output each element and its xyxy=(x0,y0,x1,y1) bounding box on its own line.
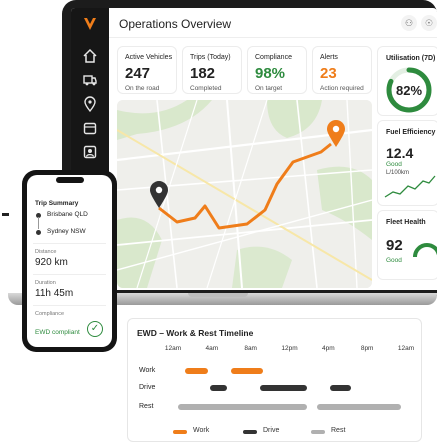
divider xyxy=(33,305,106,306)
ewd-segment-drive xyxy=(260,385,307,391)
kpi-value: 23 xyxy=(320,65,337,82)
laptop: Operations Overview ⚇ ☉ Active Vehicles … xyxy=(62,0,437,296)
kpi-value: 98% xyxy=(255,65,286,82)
legend-label: Drive xyxy=(263,427,280,434)
kpi-sub: On the road xyxy=(125,85,160,92)
ewd-title: EWD – Work & Rest Timeline xyxy=(137,328,254,338)
product-mockup: Operations Overview ⚇ ☉ Active Vehicles … xyxy=(0,0,437,444)
kpi-sub: Completed xyxy=(190,85,222,92)
fleet-health-status: Good xyxy=(386,257,402,264)
phone: Trip Summary Brisbane QLD Sydney NSW Dis… xyxy=(22,170,117,352)
kpi-card-trips[interactable]: Trips (Today) 182 Completed xyxy=(182,46,242,94)
ewd-segment-work xyxy=(184,368,208,374)
truck-icon[interactable] xyxy=(82,72,98,88)
phone-screen: Trip Summary Brisbane QLD Sydney NSW Dis… xyxy=(27,175,112,347)
ewd-tick-label: 4pm xyxy=(322,345,335,352)
kpi-label: Trips (Today) xyxy=(190,54,231,61)
ewd-tick-label: 12pm xyxy=(281,345,298,352)
compliance-label: Compliance xyxy=(35,311,65,317)
ewd-tick-label: 8pm xyxy=(360,345,374,352)
kpi-card-compliance[interactable]: Compliance 98% On target xyxy=(247,46,307,94)
check-icon: ✓ xyxy=(87,321,103,337)
fleet-health-gauge xyxy=(413,243,437,258)
fleet-health-card[interactable]: Fleet Health 92 Good xyxy=(377,210,437,280)
route-map[interactable] xyxy=(117,100,372,288)
ewd-segment-work xyxy=(231,368,264,374)
fuel-sparkline xyxy=(384,175,436,198)
duration-value: 11h 45m xyxy=(35,288,74,299)
utilisation-gauge: 82% xyxy=(386,67,432,113)
divider xyxy=(33,274,106,275)
fleet-health-label: Fleet Health xyxy=(386,219,426,226)
route-connector xyxy=(38,217,39,229)
distance-label: Distance xyxy=(35,249,57,255)
user-icon[interactable]: ☉ xyxy=(421,15,437,31)
ewd-tick-label: 12am xyxy=(397,345,415,352)
kpi-card-active-vehicles[interactable]: Active Vehicles 247 On the road xyxy=(117,46,177,94)
decorative-dash xyxy=(2,213,9,216)
page-title: Operations Overview xyxy=(119,17,232,31)
logo-icon xyxy=(81,16,99,34)
kpi-value: 182 xyxy=(190,65,216,82)
duration-label: Duration xyxy=(35,280,56,286)
ewd-segment-drive xyxy=(209,385,228,391)
map-canvas xyxy=(117,100,372,288)
utilisation-label: Utilisation (7D) xyxy=(386,55,436,62)
driver-icon[interactable] xyxy=(82,144,98,160)
ewd-row-label: Rest xyxy=(139,403,154,410)
kpi-card-alerts[interactable]: Alerts 23 Action required xyxy=(312,46,372,94)
ewd-row-label: Drive xyxy=(139,384,156,391)
laptop-screen: Operations Overview ⚇ ☉ Active Vehicles … xyxy=(71,8,437,290)
location-pin-icon[interactable] xyxy=(82,96,98,113)
destination-dot-icon xyxy=(36,230,41,235)
divider xyxy=(33,243,106,244)
fleet-health-value: 92 xyxy=(386,237,403,254)
home-icon[interactable] xyxy=(82,48,98,64)
kpi-label: Active Vehicles xyxy=(125,54,173,61)
legend-swatch xyxy=(173,430,187,434)
kpi-label: Compliance xyxy=(255,54,292,61)
ewd-tick-label: 8am xyxy=(244,345,257,352)
trip-destination: Sydney NSW xyxy=(47,228,86,235)
kpi-sub: On target xyxy=(255,85,283,92)
ewd-tick-label: 4am xyxy=(205,345,219,352)
phone-notch xyxy=(56,177,84,183)
legend-label: Work xyxy=(193,427,210,434)
kpi-label: Alerts xyxy=(320,54,338,61)
ewd-segment-drive xyxy=(330,385,351,391)
legend-label: Rest xyxy=(331,427,346,434)
ewd-row-label: Work xyxy=(139,367,156,374)
utilisation-value: 82% xyxy=(396,83,422,98)
trip-origin: Brisbane QLD xyxy=(47,211,88,218)
fuel-efficiency-card[interactable]: Fuel Efficiency 12.4 L/100km Good xyxy=(377,120,437,206)
legend-swatch xyxy=(311,430,325,434)
laptop-notch xyxy=(188,293,248,297)
fuel-status: Good xyxy=(386,161,402,168)
legend-swatch xyxy=(243,430,257,434)
fuel-label: Fuel Efficiency xyxy=(386,129,436,136)
ewd-tick-label: 12am xyxy=(164,345,182,352)
utilisation-card[interactable]: Utilisation (7D) 82% xyxy=(377,46,437,116)
ewd-segment-rest xyxy=(177,404,307,410)
top-bar: Operations Overview ⚇ ☉ xyxy=(109,8,437,38)
kpi-sub: Action required xyxy=(320,85,364,92)
fuel-number: 12.4 xyxy=(386,145,414,161)
ewd-timeline-card[interactable]: EWD – Work & Rest Timeline 12am 4am 8am 12p… xyxy=(127,318,422,442)
compliance-status: EWD compliant xyxy=(35,329,80,336)
ewd-segment-rest xyxy=(316,404,402,410)
kpi-value: 247 xyxy=(125,65,151,82)
notification-icon[interactable]: ⚇ xyxy=(401,15,417,31)
distance-value: 920 km xyxy=(35,257,68,268)
calendar-icon[interactable] xyxy=(82,120,98,136)
trip-summary-title: Trip Summary xyxy=(35,200,79,207)
